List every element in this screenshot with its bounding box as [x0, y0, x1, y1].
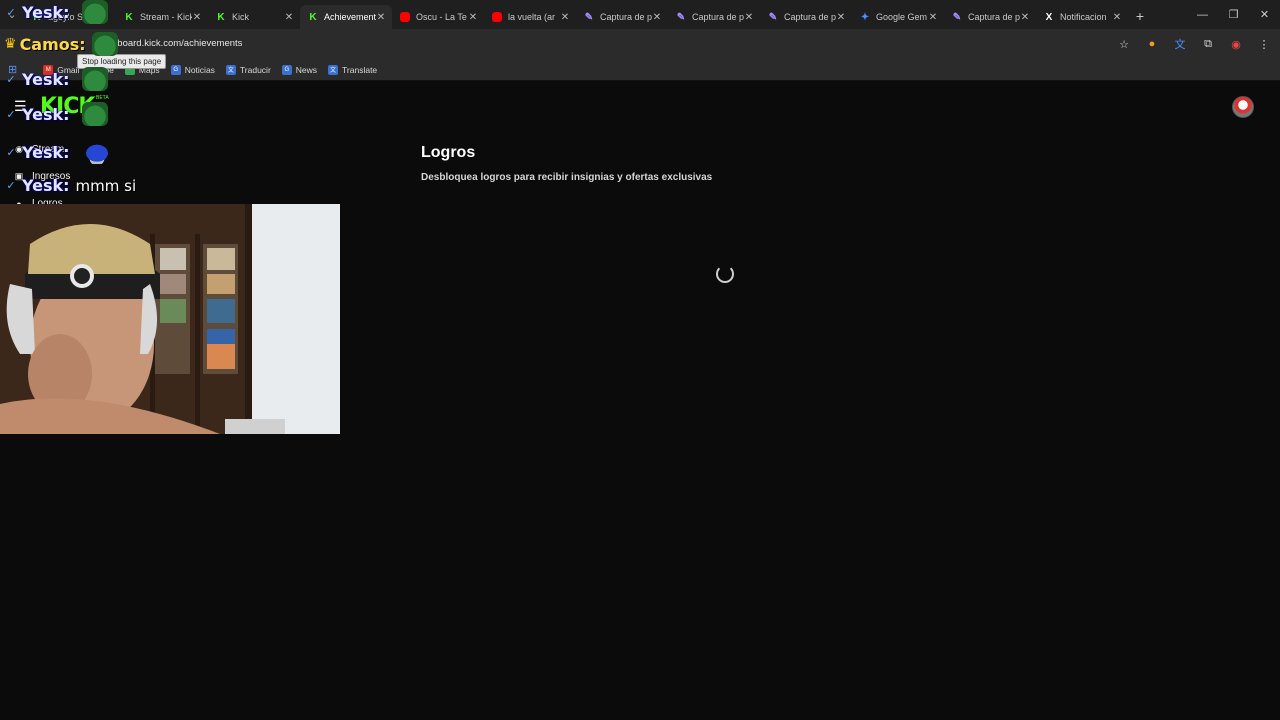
translate-icon: 文: [328, 64, 339, 75]
hat-emote-icon: [79, 140, 114, 164]
tab-7[interactable]: ✎ Captura de p ✕: [668, 5, 760, 29]
webcam-feed: [0, 204, 340, 434]
youtube-icon: [400, 12, 410, 22]
close-icon[interactable]: ✕: [284, 12, 294, 23]
loading-spinner-icon: [716, 265, 734, 283]
window-controls: — ❐ ✕: [1187, 0, 1280, 29]
menu-dots-icon[interactable]: ⋮: [1256, 36, 1272, 52]
youtube-icon: [492, 12, 502, 22]
close-icon[interactable]: ✕: [1112, 12, 1122, 23]
gemini-icon: ✦: [860, 11, 870, 23]
webcam-image: [0, 204, 340, 434]
restore-icon[interactable]: ❐: [1218, 0, 1249, 29]
tab-1[interactable]: K Stream - Kick ✕: [116, 5, 208, 29]
kick-icon: K: [309, 11, 317, 23]
new-tab-button[interactable]: +: [1128, 8, 1152, 24]
chat-line: ✓ Yesk: mmm si: [4, 176, 136, 195]
close-icon[interactable]: ✕: [192, 12, 202, 23]
crown-icon: ♛: [4, 36, 17, 52]
news-icon: G: [170, 64, 181, 75]
tab-9[interactable]: ✦ Google Gem ✕: [852, 5, 944, 29]
bookmark-news[interactable]: G News: [281, 64, 317, 75]
bookmarks-bar: ⊞ MGmail ▶be ⌖Maps GNoticias 文Traducir G…: [0, 59, 1280, 81]
page-title: Logros: [421, 144, 476, 161]
page-subtitle: Desbloquea logros para recibir insignias…: [421, 172, 713, 183]
star-icon[interactable]: ☆: [1116, 36, 1132, 52]
x-icon: X: [1045, 11, 1053, 23]
chat-line: ✓ Yesk:: [4, 140, 114, 164]
tab-5[interactable]: la vuelta (ar ✕: [484, 5, 576, 29]
url-field[interactable]: hboard.kick.com/achievements: [112, 38, 242, 49]
tab-8[interactable]: ✎ Captura de p ✕: [760, 5, 852, 29]
verified-badge-icon: ✓: [6, 107, 16, 121]
pen-icon: ✎: [676, 11, 686, 23]
profile-avatar-icon[interactable]: ◉: [1228, 36, 1244, 52]
bookmark-traducir[interactable]: 文 Traducir: [225, 64, 271, 75]
close-icon[interactable]: ✕: [652, 12, 662, 23]
close-window-icon[interactable]: ✕: [1249, 0, 1280, 29]
chat-line: ✓ Yesk:: [4, 0, 108, 24]
tab-list: Kageylo Stre✕ KStream - Kick✕ KKick✕ KAc…: [24, 0, 1152, 29]
verified-badge-icon: ✓: [6, 5, 16, 19]
pen-icon: ✎: [768, 11, 778, 23]
chat-line: ✓ Yesk:: [4, 67, 108, 91]
minimize-icon[interactable]: —: [1187, 0, 1218, 29]
address-bar-row: hboard.kick.com/achievements ☆ ● 文 ⧉ ◉ ⋮: [0, 29, 1280, 59]
close-icon[interactable]: ✕: [560, 12, 570, 23]
tab-3[interactable]: K Achievements ✕: [300, 5, 392, 29]
bookmark-noticias[interactable]: G Noticias: [170, 64, 215, 75]
bookmark-translate[interactable]: 文 Translate: [328, 64, 377, 75]
extensions-puzzle-icon[interactable]: ⧉: [1200, 36, 1216, 52]
extension-honey-icon[interactable]: ●: [1144, 36, 1160, 52]
pen-icon: ✎: [584, 11, 594, 23]
close-icon[interactable]: ✕: [744, 12, 754, 23]
verified-badge-icon: ✓: [6, 145, 16, 159]
frog-emote-icon: [81, 0, 108, 24]
close-icon[interactable]: ✕: [836, 12, 846, 23]
close-icon[interactable]: ✕: [1020, 12, 1030, 23]
toolbar-actions: ☆ ● 文 ⧉ ◉ ⋮: [1116, 36, 1272, 52]
user-avatar[interactable]: [1232, 96, 1254, 118]
close-icon[interactable]: ✕: [468, 12, 478, 23]
tab-10[interactable]: ✎ Captura de p ✕: [944, 5, 1036, 29]
kick-icon: K: [125, 11, 133, 23]
translate-icon: 文: [225, 64, 236, 75]
beta-badge: BETA: [96, 95, 109, 101]
verified-badge-icon: ✓: [6, 72, 16, 86]
extension-translate-icon[interactable]: 文: [1172, 36, 1188, 52]
tab-2[interactable]: K Kick ✕: [208, 5, 300, 29]
news-icon: G: [281, 64, 292, 75]
tab-6[interactable]: ✎ Captura de p ✕: [576, 5, 668, 29]
verified-badge-icon: ✓: [6, 179, 16, 192]
pen-icon: ✎: [952, 11, 962, 23]
close-icon[interactable]: ✕: [928, 12, 938, 23]
frog-emote-icon: [91, 32, 118, 56]
frog-emote-icon: [81, 67, 108, 91]
tab-strip: ⌄ Kageylo Stre✕ KStream - Kick✕ KKick✕ K…: [0, 0, 1280, 29]
kick-icon: K: [217, 11, 225, 23]
chat-line-camos: ♛ Camos:: [4, 32, 118, 56]
chat-line: ✓ Yesk:: [4, 102, 108, 126]
tab-11[interactable]: X Notificacion ✕: [1036, 5, 1128, 29]
frog-emote-icon: [81, 102, 108, 126]
tab-4[interactable]: Oscu - La Te ✕: [392, 5, 484, 29]
close-icon[interactable]: ✕: [376, 12, 386, 23]
